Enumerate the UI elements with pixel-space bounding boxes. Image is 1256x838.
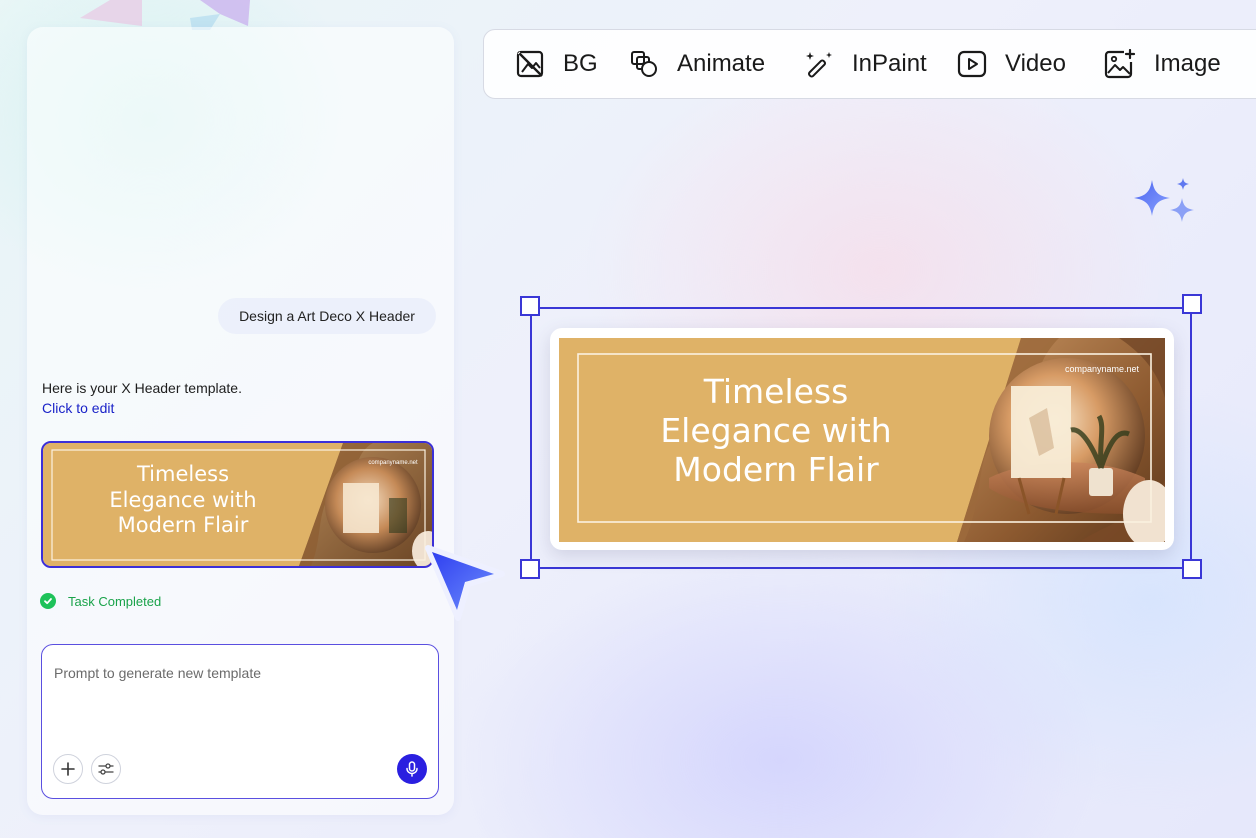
tool-inpaint-label: InPaint	[852, 50, 927, 77]
tool-bg[interactable]: BG	[515, 30, 598, 98]
plus-icon	[61, 762, 75, 776]
tool-video[interactable]: Video	[957, 30, 1066, 98]
resize-handle-bottom-left[interactable]	[520, 559, 540, 579]
check-circle-icon	[40, 593, 56, 609]
thumb-headline-line3: Modern Flair	[118, 513, 249, 537]
tool-animate[interactable]: Animate	[629, 30, 765, 98]
resize-handle-bottom-right[interactable]	[1182, 559, 1202, 579]
pointer-cursor-icon	[425, 545, 505, 621]
image-add-icon	[1104, 49, 1136, 79]
decorative-shape	[80, 0, 250, 30]
user-message: Design a Art Deco X Header	[218, 298, 436, 334]
task-status: Task Completed	[40, 593, 161, 609]
resize-handle-top-left[interactable]	[520, 296, 540, 316]
thumb-headline-line1: Timeless	[136, 462, 229, 486]
template-thumbnail-image: companyname.net Timeless Elegance with M…	[43, 443, 432, 566]
header-website: companyname.net	[1065, 364, 1140, 374]
x-header-canvas[interactable]: companyname.net Timeless Elegance with M…	[550, 328, 1174, 550]
x-header-design: companyname.net Timeless Elegance with M…	[559, 338, 1165, 542]
task-status-text: Task Completed	[68, 593, 162, 609]
template-thumbnail[interactable]: companyname.net Timeless Elegance with M…	[41, 441, 434, 568]
add-button[interactable]	[53, 754, 83, 784]
header-headline-line2: Elegance with	[660, 411, 891, 450]
x-header-artwork: companyname.net Timeless Elegance with M…	[559, 338, 1165, 542]
click-to-edit-link[interactable]: Click to edit	[42, 400, 114, 416]
assistant-message: Here is your X Header template.	[42, 380, 242, 396]
tool-video-label: Video	[1005, 50, 1066, 77]
thumb-website: companyname.net	[368, 460, 418, 466]
tool-image-label: Image	[1154, 50, 1221, 77]
sparkles-icon	[1134, 178, 1194, 222]
tool-animate-label: Animate	[677, 50, 766, 77]
magic-wand-icon	[806, 52, 832, 78]
toolbar: BG Animate InPaint Video Image	[483, 29, 1256, 99]
video-play-icon	[957, 50, 987, 78]
resize-handle-top-right[interactable]	[1182, 294, 1202, 314]
microphone-icon	[406, 761, 418, 777]
header-headline-line1: Timeless	[703, 372, 849, 411]
user-message-text: Design a Art Deco X Header	[239, 308, 415, 324]
tool-bg-label: BG	[563, 50, 598, 77]
settings-button[interactable]	[91, 754, 121, 784]
thumb-headline-line2: Elegance with	[109, 488, 256, 512]
animate-icon	[631, 51, 657, 77]
bg-remove-icon	[516, 50, 544, 78]
mic-button[interactable]	[397, 754, 427, 784]
prompt-box	[41, 644, 439, 799]
tool-inpaint[interactable]: InPaint	[804, 30, 927, 98]
sliders-icon	[98, 763, 114, 775]
header-headline-line3: Modern Flair	[673, 450, 879, 489]
prompt-input[interactable]	[52, 663, 426, 727]
tool-image[interactable]: Image	[1104, 30, 1221, 98]
